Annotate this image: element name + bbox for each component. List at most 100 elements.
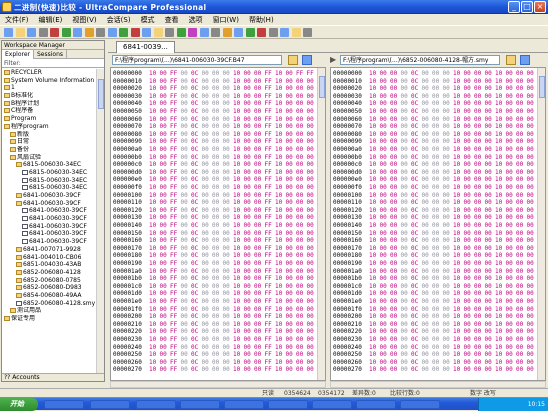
toolbar-icon[interactable] [280, 28, 289, 37]
tree-item[interactable]: 6815-006030-34EC [2, 184, 96, 192]
menu-item-2[interactable]: 视图(V) [67, 14, 101, 26]
taskbar-button[interactable] [400, 400, 440, 409]
tree-item[interactable]: 日常 [2, 138, 96, 146]
left-pane-scrollbar[interactable] [317, 68, 325, 380]
toolbar-icon[interactable] [73, 28, 82, 37]
toolbar-icon[interactable] [165, 28, 174, 37]
tree-item[interactable]: 风扇试验 [2, 154, 96, 162]
tree-item[interactable]: 新版 [2, 131, 96, 139]
folder-open-icon[interactable] [288, 55, 298, 65]
menu-item-4[interactable]: 模式 [136, 14, 160, 26]
toolbar-icon[interactable] [234, 28, 243, 37]
tree-item[interactable]: 测试用品 [2, 307, 96, 315]
folder-open-icon[interactable] [506, 55, 516, 65]
tree-item[interactable]: B标准化 [2, 92, 96, 100]
taskbar-button[interactable] [224, 400, 264, 409]
scroll-thumb[interactable] [539, 76, 545, 98]
tree-item[interactable]: 1 [2, 84, 96, 92]
toolbar-icon[interactable] [188, 28, 197, 37]
tree-item[interactable]: 6841-006030-39CF [2, 215, 96, 223]
tree-item[interactable]: 6815-006030-34EC [2, 169, 96, 177]
toolbar-icon[interactable] [15, 28, 25, 37]
tree-item[interactable]: 6841-006030-39CF [2, 207, 96, 215]
taskbar-button[interactable] [268, 400, 308, 409]
left-path-field[interactable]: F:\程序program\(...)\6841-006030-39CF.B47 [112, 55, 282, 65]
tree-item[interactable]: 6841-006030-39CF [2, 192, 96, 200]
taskbar-button[interactable] [136, 400, 176, 409]
tree-item[interactable]: RECYCLER [2, 69, 96, 77]
menu-item-6[interactable]: 选项 [184, 14, 208, 26]
tree-item[interactable]: B程序计划 [2, 100, 96, 108]
taskbar-button[interactable] [312, 400, 352, 409]
tree-item[interactable]: 6841-006030-39CF [2, 230, 96, 238]
toolbar-icon[interactable] [84, 28, 94, 37]
toolbar-icon[interactable] [291, 28, 301, 37]
toolbar-icon[interactable] [153, 28, 163, 37]
toolbar-icon[interactable] [222, 28, 232, 37]
toolbar-icon[interactable] [303, 28, 312, 37]
toolbar-icon[interactable] [119, 28, 128, 37]
menu-item-3[interactable]: 会话(S) [102, 14, 136, 26]
toolbar-icon[interactable] [96, 28, 105, 37]
scroll-thumb[interactable] [319, 76, 325, 98]
left-hex-pane[interactable]: 00000000 10 00 FF 00 0C 00 00 00 10 00 00 FF 10 00 FF FF… [110, 67, 326, 381]
toolbar-icon[interactable] [211, 28, 220, 37]
tree-item[interactable]: 保证专用 [2, 315, 96, 323]
tree-item[interactable]: System Volume Information [2, 77, 96, 85]
tree-item[interactable]: 6852-006080-4128.smy [2, 300, 96, 308]
save-icon[interactable] [520, 55, 530, 65]
toolbar-icon[interactable] [38, 28, 48, 37]
toolbar-icon[interactable] [107, 28, 117, 37]
taskbar-button[interactable] [180, 400, 220, 409]
tree-item[interactable]: 6815-006030-34EC [2, 161, 96, 169]
menu-item-7[interactable]: 窗口(W) [208, 14, 244, 26]
tab-sessions[interactable]: Sessions [34, 50, 68, 59]
document-tab[interactable]: 6841-0039... [116, 41, 175, 53]
taskbar-button[interactable] [90, 400, 130, 409]
toolbar-icon[interactable] [4, 28, 13, 37]
right-hex-pane[interactable]: 00000000 10 00 00 00 0C 00 00 00 10 00 00 00 10 00 00 00… [330, 67, 546, 381]
toolbar-icon[interactable] [268, 28, 278, 37]
close-button[interactable]: × [534, 1, 546, 13]
tree-item[interactable]: 6854-006080-49AA [2, 292, 96, 300]
play-arrow-icon[interactable]: ▶ [330, 55, 338, 65]
tree-item[interactable]: 6841-006030-39CF [2, 223, 96, 231]
toolbar-icon[interactable] [50, 28, 59, 37]
left-hscrollbar[interactable] [110, 381, 326, 388]
toolbar-icon[interactable] [199, 28, 209, 37]
taskbar-button[interactable] [356, 400, 396, 409]
tree-item[interactable]: 6852-006080-0785 [2, 277, 96, 285]
tree-item[interactable]: 6841-006030-39CF [2, 200, 96, 208]
start-button[interactable]: 开始 [0, 398, 38, 411]
toolbar-icon[interactable] [176, 28, 186, 37]
menu-item-1[interactable]: 编辑(E) [34, 14, 68, 26]
tree-item[interactable]: C程序备 [2, 107, 96, 115]
tree-scrollbar[interactable] [96, 69, 104, 374]
tree-item[interactable]: 6852-006080-D983 [2, 284, 96, 292]
right-hscrollbar[interactable] [330, 381, 546, 388]
toolbar-icon[interactable] [257, 28, 266, 37]
taskbar-button[interactable] [44, 400, 84, 409]
scroll-thumb[interactable] [98, 79, 104, 109]
tree-item[interactable]: 6851-004030-43AB [2, 261, 96, 269]
right-path-field[interactable]: F:\程序program\(...)\6852-006080-4128-帽方.s… [340, 55, 500, 65]
filter-field[interactable]: Filter: [2, 59, 104, 68]
toolbar-icon[interactable] [61, 28, 71, 37]
maximize-button[interactable]: □ [521, 1, 533, 13]
tree-item[interactable]: 6815-006030-34EC [2, 177, 96, 185]
right-pane-scrollbar[interactable] [537, 68, 545, 380]
save-icon[interactable] [302, 55, 312, 65]
tree-item[interactable]: 6841-004010-CB06 [2, 254, 96, 262]
menu-item-8[interactable]: 帮助(H) [244, 14, 279, 26]
toolbar-icon[interactable] [130, 28, 140, 37]
tree-item[interactable]: 6841-007071-9928 [2, 246, 96, 254]
toolbar-icon[interactable] [245, 28, 255, 37]
tree-item[interactable]: Program [2, 115, 96, 123]
toolbar-icon[interactable] [142, 28, 151, 37]
menu-item-0[interactable]: 文件(F) [0, 14, 34, 26]
toolbar-icon[interactable] [27, 28, 36, 37]
minimize-button[interactable]: _ [508, 1, 520, 13]
tree-item[interactable]: 6852-006080-4128 [2, 269, 96, 277]
tree-item[interactable]: 备份 [2, 146, 96, 154]
tree-item[interactable]: 6841-006030-39CF [2, 238, 96, 246]
